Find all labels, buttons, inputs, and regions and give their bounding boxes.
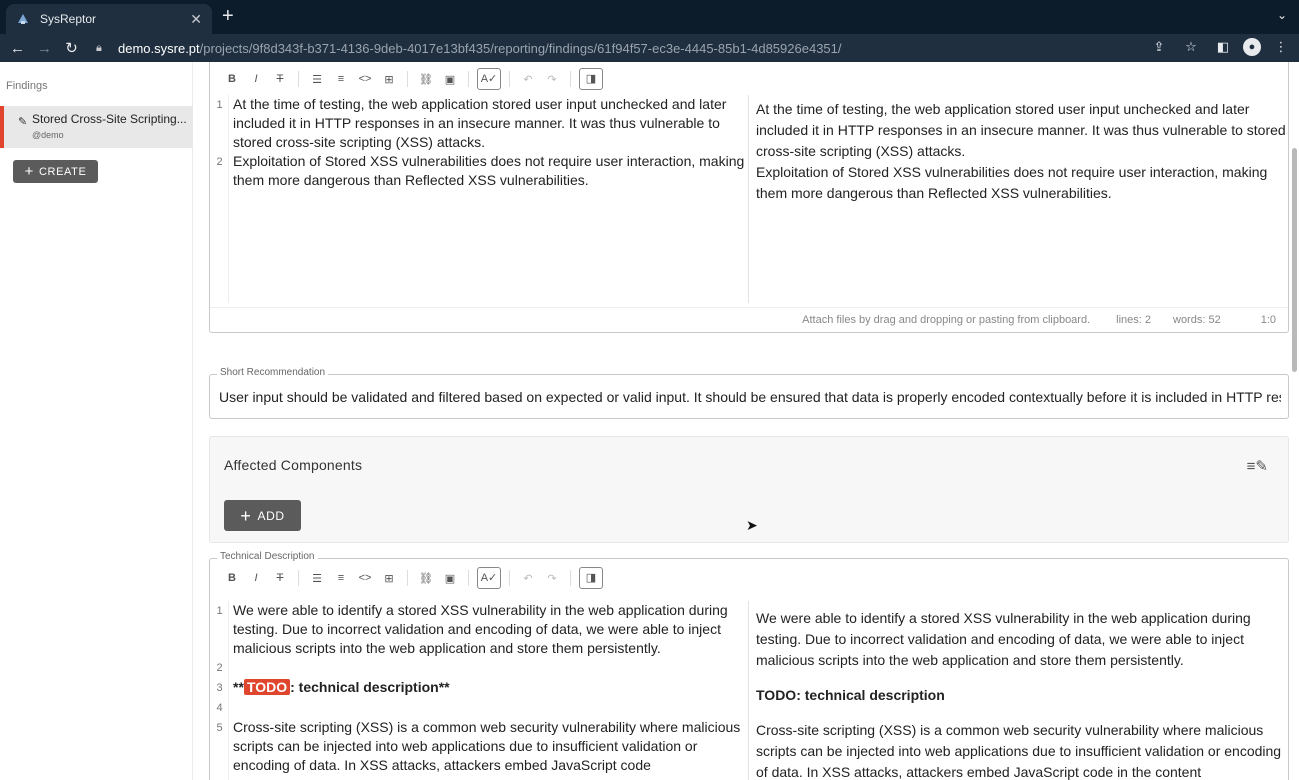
description-editor[interactable]: 1 At the time of testing, the web applic… xyxy=(210,95,749,303)
finding-list-item[interactable]: ✎ Stored Cross-Site Scripting... @demo xyxy=(0,106,193,148)
browser-toolbar: ← → ↻ 🔒︎ demo.sysre.pt/projects/9f8d343f… xyxy=(0,34,1299,62)
browser-tab-strip: SysReptor ✕ + ⌄ xyxy=(0,0,1299,34)
markdown-toolbar: B I T ☰ ≡ <> ⊞ ⛓ ▣ A✓ ↶ ↷ ◨ xyxy=(210,562,1288,594)
url-path: /projects/9f8d343f-b371-4136-9deb-4017e1… xyxy=(199,40,842,56)
cursor-position: 1:0 xyxy=(1260,314,1276,326)
edit-pen-icon: ✎ xyxy=(18,116,28,128)
link-icon[interactable]: ⛓ xyxy=(414,73,438,86)
kebab-menu-icon[interactable]: ⋮ xyxy=(1269,39,1293,55)
editor-line: 5 Cross-site scripting (XSS) is a common… xyxy=(216,719,741,773)
short-recommendation-label: Short Recommendation xyxy=(217,367,329,378)
line-count: lines: 2 xyxy=(1116,314,1151,326)
preview-paragraph: At the time of testing, the web applicat… xyxy=(756,101,1286,159)
todo-marker: TODO xyxy=(243,679,291,695)
new-tab-button[interactable]: + xyxy=(222,6,234,26)
preview-toggle-icon[interactable]: ◨ xyxy=(579,567,603,589)
add-button-label: ADD xyxy=(257,508,285,523)
preview-paragraph: We were able to identify a stored XSS vu… xyxy=(756,610,1251,668)
page-scrollbar[interactable] xyxy=(1291,62,1299,780)
create-button-label: CREATE xyxy=(38,165,87,178)
markdown-toolbar: B I T ☰ ≡ <> ⊞ ⛓ ▣ A✓ ↶ ↷ ◨ xyxy=(210,63,1288,95)
short-recommendation-input[interactable]: User input should be validated and filte… xyxy=(219,389,1281,405)
bullet-list-icon[interactable]: ☰ xyxy=(305,572,329,585)
plus-icon: + xyxy=(240,505,252,526)
code-icon[interactable]: <> xyxy=(353,572,377,584)
technical-description-label: Technical Description xyxy=(217,551,318,562)
strikethrough-icon[interactable]: T xyxy=(268,572,292,584)
scrollbar-thumb[interactable] xyxy=(1292,148,1297,372)
editor-line: 1 We were able to identify a stored XSS … xyxy=(216,602,728,656)
undo-icon[interactable]: ↶ xyxy=(516,572,540,585)
preview-paragraph: Exploitation of Stored XSS vulnerabiliti… xyxy=(756,164,1268,201)
editor-line: 2 Exploitation of Stored XSS vulnerabili… xyxy=(216,153,745,188)
create-finding-button[interactable]: + CREATE xyxy=(13,160,98,183)
reload-icon[interactable]: ↻ xyxy=(58,39,85,57)
technical-description-preview: We were able to identify a stored XSS vu… xyxy=(756,608,1286,780)
browser-tab[interactable]: SysReptor ✕ xyxy=(6,4,212,34)
preview-heading: TODO: technical description xyxy=(756,687,945,703)
editor-line: 2 xyxy=(216,662,223,674)
strikethrough-icon[interactable]: T xyxy=(268,73,292,85)
tab-search-icon[interactable]: ⌄ xyxy=(1277,8,1287,22)
findings-section-title: Findings xyxy=(6,80,48,92)
mouse-cursor-icon: ➤ xyxy=(746,517,758,533)
share-icon[interactable]: ⇪ xyxy=(1147,39,1171,55)
redo-icon[interactable]: ↷ xyxy=(540,572,564,585)
bullet-list-icon[interactable]: ☰ xyxy=(305,73,329,86)
image-icon[interactable]: ▣ xyxy=(438,572,462,585)
tab-title: SysReptor xyxy=(40,12,97,26)
add-component-button[interactable]: + ADD xyxy=(224,500,301,531)
finding-assignee: @demo xyxy=(32,130,64,140)
undo-icon[interactable]: ↶ xyxy=(516,73,540,86)
edit-list-icon[interactable]: ≡✎ xyxy=(1247,457,1268,475)
description-field: B I T ☰ ≡ <> ⊞ ⛓ ▣ A✓ ↶ ↷ ◨ 1 At the tim… xyxy=(209,62,1289,333)
table-icon[interactable]: ⊞ xyxy=(377,73,401,86)
arrow-left-icon[interactable]: ← xyxy=(4,40,31,57)
numbered-list-icon[interactable]: ≡ xyxy=(329,572,353,584)
finding-editor-main: B I T ☰ ≡ <> ⊞ ⛓ ▣ A✓ ↶ ↷ ◨ 1 At the tim… xyxy=(193,62,1299,780)
editor-line: 4 xyxy=(216,702,223,714)
editor-line: 1 At the time of testing, the web applic… xyxy=(216,96,727,150)
numbered-list-icon[interactable]: ≡ xyxy=(329,73,353,85)
preview-toggle-icon[interactable]: ◨ xyxy=(579,68,603,90)
spellcheck-icon[interactable]: A✓ xyxy=(477,567,501,589)
tab-close-icon[interactable]: ✕ xyxy=(190,11,202,28)
findings-sidebar: Findings ✎ Stored Cross-Site Scripting..… xyxy=(0,62,193,780)
bold-icon[interactable]: B xyxy=(220,572,244,584)
arrow-right-icon[interactable]: → xyxy=(31,40,58,57)
address-bar[interactable]: 🔒︎ demo.sysre.pt/projects/9f8d343f-b371-… xyxy=(96,36,1206,60)
preview-paragraph: Cross-site scripting (XSS) is a common w… xyxy=(756,722,1282,780)
short-recommendation-field[interactable]: Short Recommendation User input should b… xyxy=(209,367,1289,419)
attach-hint: Attach files by drag and dropping or pas… xyxy=(802,314,1091,326)
image-icon[interactable]: ▣ xyxy=(438,73,462,86)
star-icon[interactable]: ☆ xyxy=(1179,39,1203,55)
profile-icon[interactable]: ● xyxy=(1243,38,1261,56)
sysreptor-logo-icon xyxy=(18,14,28,24)
word-count: words: 52 xyxy=(1173,314,1221,326)
redo-icon[interactable]: ↷ xyxy=(540,73,564,86)
editor-line: 3 ** TODO: technical description** xyxy=(216,679,450,695)
italic-icon[interactable]: I xyxy=(244,572,268,584)
link-icon[interactable]: ⛓ xyxy=(414,572,438,585)
technical-description-editor[interactable]: 1 We were able to identify a stored XSS … xyxy=(210,601,749,780)
table-icon[interactable]: ⊞ xyxy=(377,572,401,585)
bold-icon[interactable]: B xyxy=(220,73,244,85)
italic-icon[interactable]: I xyxy=(244,73,268,85)
code-icon[interactable]: <> xyxy=(353,73,377,85)
lock-icon: 🔒︎ xyxy=(96,41,102,54)
editor-status-bar: Attach files by drag and dropping or pas… xyxy=(210,307,1288,332)
finding-title: Stored Cross-Site Scripting... xyxy=(32,112,187,126)
description-preview: At the time of testing, the web applicat… xyxy=(756,99,1286,204)
side-panel-icon[interactable]: ◧ xyxy=(1211,39,1235,55)
technical-description-field: Technical Description B I T ☰ ≡ <> ⊞ ⛓ ▣… xyxy=(209,551,1289,780)
url-host: demo.sysre.pt xyxy=(118,40,200,56)
spellcheck-icon[interactable]: A✓ xyxy=(477,68,501,90)
affected-components-title: Affected Components xyxy=(224,457,363,473)
plus-icon: + xyxy=(24,162,34,180)
